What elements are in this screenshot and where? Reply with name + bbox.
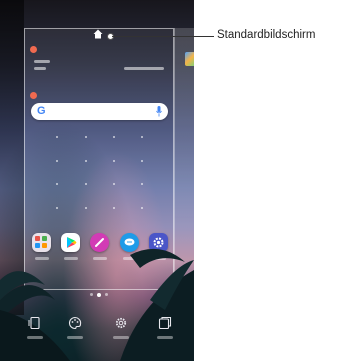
edit-tool-label-line <box>157 336 173 339</box>
mic-icon[interactable] <box>156 106 162 117</box>
grid-slot <box>141 183 143 185</box>
widget-weather-line <box>124 67 164 70</box>
grid-slot <box>141 136 143 138</box>
grid-slot <box>85 136 87 138</box>
app-label-line <box>93 257 107 260</box>
grid-slot <box>56 207 58 209</box>
grid-slot <box>113 207 115 209</box>
widgets-icon[interactable] <box>28 316 42 330</box>
grid-slot <box>113 136 115 138</box>
folder-apps-icon[interactable] <box>32 233 51 252</box>
callout-anchor-dot <box>107 33 114 40</box>
play-store-icon[interactable] <box>61 233 80 252</box>
grid-slot <box>113 183 115 185</box>
wallpaper-palette-icon[interactable] <box>68 316 82 330</box>
previous-page-preview[interactable] <box>0 0 24 315</box>
grid-slot <box>56 136 58 138</box>
widget-time-line <box>34 60 50 63</box>
edit-tool-label-line <box>67 336 83 339</box>
app-label-line <box>123 257 137 260</box>
settings-gear-icon[interactable] <box>114 316 128 330</box>
pen-app-icon[interactable] <box>90 233 109 252</box>
page-indicator-dot[interactable] <box>90 293 93 296</box>
grid-slot <box>85 207 87 209</box>
grid-slot <box>56 160 58 162</box>
grid-slot <box>113 160 115 162</box>
page-indicator-dot-current[interactable] <box>97 292 101 297</box>
next-page-app-icon <box>185 52 194 66</box>
settings-icon[interactable] <box>149 233 168 252</box>
home-screen-icon[interactable] <box>93 29 103 39</box>
messages-icon[interactable] <box>120 233 139 252</box>
phone-screen: G <box>0 0 194 361</box>
callout-leader-line <box>112 35 214 37</box>
next-page-preview[interactable] <box>174 28 194 290</box>
page-layout-icon[interactable] <box>158 316 172 330</box>
google-search-bar[interactable]: G <box>31 103 168 120</box>
grid-slot <box>141 160 143 162</box>
remove-search-badge[interactable] <box>30 92 37 99</box>
grid-slot <box>85 183 87 185</box>
app-label-line <box>35 257 49 260</box>
app-label-line <box>152 257 166 260</box>
grid-slot <box>85 160 87 162</box>
grid-slot <box>141 207 143 209</box>
screenshot-stage: G Standardbildschirm <box>0 0 338 361</box>
callout-label: Standardbildschirm <box>217 29 316 41</box>
remove-widget-badge[interactable] <box>30 46 37 53</box>
edit-tool-label-line <box>27 336 43 339</box>
app-label-line <box>64 257 78 260</box>
widget-date-line <box>34 67 46 70</box>
google-logo-icon: G <box>37 105 46 117</box>
grid-slot <box>56 183 58 185</box>
edit-tool-label-line <box>113 336 129 339</box>
page-indicator-dot[interactable] <box>105 293 108 296</box>
